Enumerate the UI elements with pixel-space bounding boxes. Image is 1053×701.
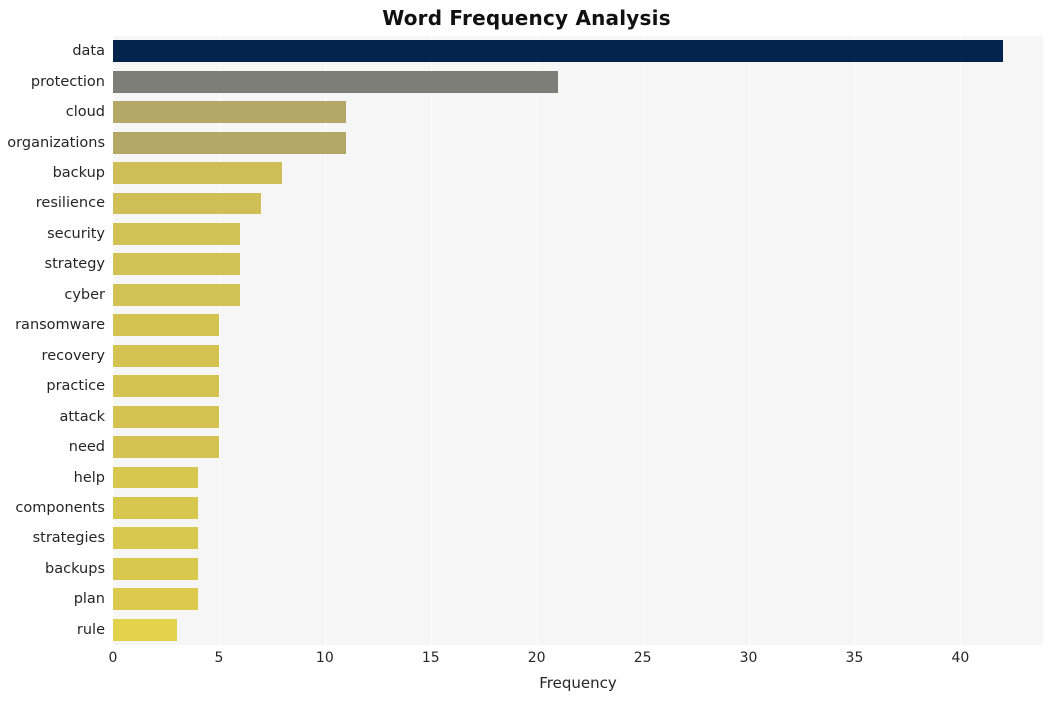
category-label-help: help: [73, 469, 105, 486]
bar-row: [113, 101, 1043, 124]
category-label-attack: attack: [59, 408, 105, 425]
category-axis-labels: data protection cloud organizations backup re…: [0, 36, 105, 645]
bar-security: [113, 222, 241, 245]
bar-need: [113, 436, 219, 459]
bar-backups: [113, 557, 198, 580]
bar-attack: [113, 405, 219, 428]
bar-row: [113, 162, 1043, 184]
category-label-plan: plan: [73, 591, 105, 608]
bar-plan: [113, 588, 198, 611]
category-label-strategy: strategy: [44, 256, 105, 273]
x-tick-label: 25: [633, 650, 652, 666]
word-frequency-chart: Word Frequency Analysis data protection cl…: [0, 0, 1053, 701]
bar-help: [113, 466, 198, 489]
bar-resilience: [113, 192, 262, 215]
category-label-organizations: organizations: [7, 134, 105, 151]
bar-row: [113, 527, 1043, 550]
bar-ransomware: [113, 314, 219, 337]
x-axis-title: Frequency: [539, 674, 617, 692]
x-tick-label: 5: [214, 650, 224, 666]
bar-practice: [113, 375, 219, 398]
category-label-backup: backup: [52, 165, 105, 182]
bar-row: [113, 70, 1043, 93]
bar-row: [113, 466, 1043, 489]
bar-row: [113, 192, 1043, 215]
value-axis-tick-labels: 0 5 10 15 20 25 30 35 40: [109, 650, 1043, 674]
chart-title: Word Frequency Analysis: [382, 6, 671, 30]
category-label-protection: protection: [30, 73, 105, 90]
bar-protection: [113, 70, 558, 93]
bar-row: [113, 436, 1043, 459]
category-label-cloud: cloud: [65, 104, 105, 121]
bar-strategy: [113, 253, 241, 276]
bar-row: [113, 131, 1043, 154]
bar-row: [113, 283, 1043, 306]
bar-recovery: [113, 344, 219, 367]
category-label-resilience: resilience: [35, 195, 105, 212]
bar-row: [113, 314, 1043, 337]
x-tick-label: 15: [421, 650, 440, 666]
bar-row: [113, 40, 1043, 63]
category-label-practice: practice: [46, 378, 105, 395]
x-tick-label: 35: [845, 650, 864, 666]
bars-layer: [113, 36, 1043, 645]
bar-components: [113, 497, 198, 519]
bar-strategies: [113, 527, 198, 550]
bar-row: [113, 253, 1043, 276]
bar-row: [113, 405, 1043, 428]
bar-row: [113, 222, 1043, 245]
x-tick-label: 10: [315, 650, 334, 666]
bar-row: [113, 375, 1043, 398]
category-label-recovery: recovery: [41, 347, 105, 364]
bar-data: [113, 40, 1003, 63]
category-label-security: security: [47, 225, 105, 242]
category-label-ransomware: ransomware: [15, 317, 105, 334]
category-label-strategies: strategies: [32, 530, 105, 547]
x-tick-label: 30: [739, 650, 758, 666]
x-tick-label: 0: [108, 650, 118, 666]
bar-organizations: [113, 131, 347, 154]
bar-rule: [113, 618, 177, 641]
category-label-data: data: [72, 43, 105, 60]
category-label-components: components: [15, 499, 105, 516]
category-label-rule: rule: [76, 621, 105, 638]
x-tick-label: 40: [951, 650, 970, 666]
category-label-cyber: cyber: [64, 286, 105, 303]
bar-row: [113, 618, 1043, 641]
bar-row: [113, 588, 1043, 611]
category-label-need: need: [68, 439, 105, 456]
bar-row: [113, 344, 1043, 367]
x-tick-label: 20: [527, 650, 546, 666]
bar-cloud: [113, 101, 347, 124]
bar-cyber: [113, 283, 241, 306]
bar-backup: [113, 162, 283, 184]
category-label-backups: backups: [45, 560, 105, 577]
bar-row: [113, 497, 1043, 519]
bar-row: [113, 557, 1043, 580]
